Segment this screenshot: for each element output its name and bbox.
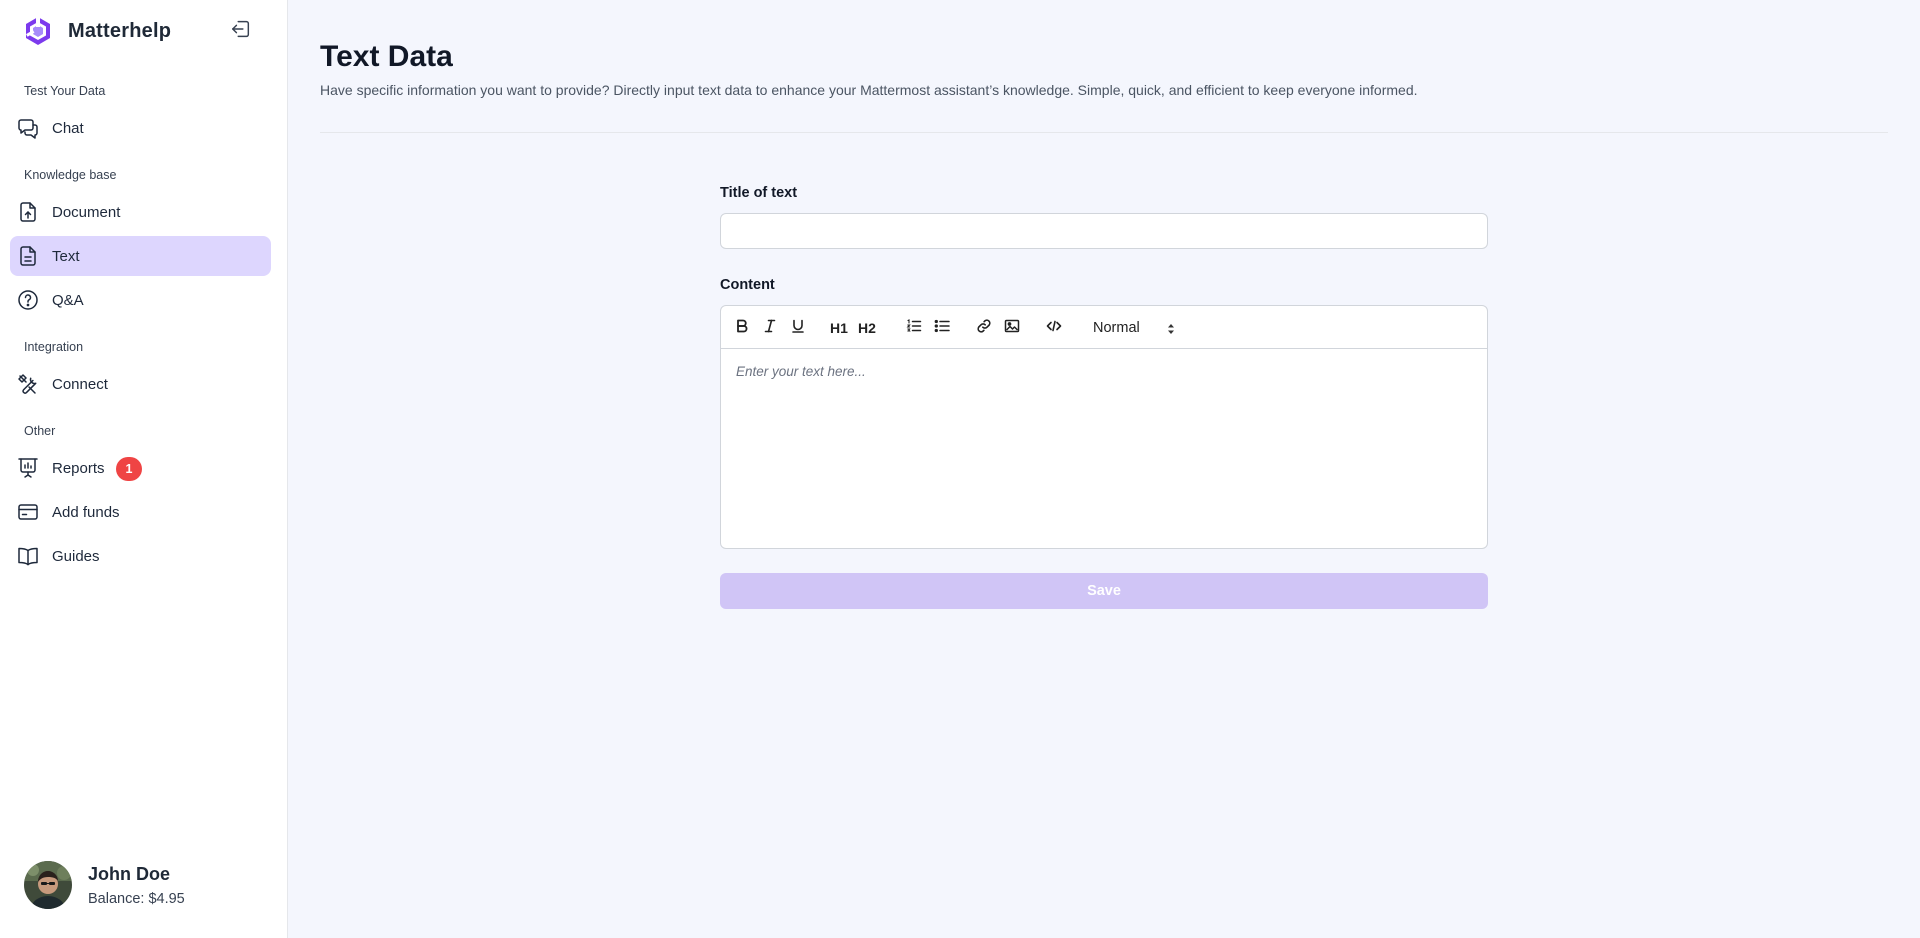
save-button[interactable]: Save xyxy=(720,573,1488,609)
sidebar: Matterhelp Test Your Data Chat Knowledge… xyxy=(0,0,288,938)
brand-name: Matterhelp xyxy=(68,19,172,42)
title-input[interactable] xyxy=(720,213,1488,249)
sidebar-item-guides[interactable]: Guides xyxy=(10,536,271,576)
ordered-list-button[interactable] xyxy=(903,317,925,339)
section-label-integration: Integration xyxy=(24,340,84,354)
sort-arrows-icon xyxy=(1167,322,1175,340)
link-icon xyxy=(976,318,992,339)
sidebar-item-chat[interactable]: Chat xyxy=(10,108,271,148)
sidebar-item-connect[interactable]: Connect xyxy=(10,364,271,404)
content-field-label: Content xyxy=(720,277,775,293)
text-format-select[interactable]: Normal xyxy=(1093,317,1183,339)
image-button[interactable] xyxy=(1001,317,1023,339)
sidebar-item-reports[interactable]: Reports 1 xyxy=(10,448,271,488)
section-label-knowledge-base: Knowledge base xyxy=(24,168,117,182)
italic-button[interactable] xyxy=(759,317,781,339)
user-balance: Balance: $4.95 xyxy=(88,890,185,907)
sidebar-item-label: Guides xyxy=(52,547,100,565)
heading-1-icon: H1 xyxy=(830,320,848,336)
underline-button[interactable] xyxy=(787,317,809,339)
book-open-icon xyxy=(16,544,40,568)
sidebar-item-label: Text xyxy=(52,247,80,265)
user-name: John Doe xyxy=(88,863,171,884)
underline-icon xyxy=(790,318,806,339)
user-profile[interactable]: John Doe Balance: $4.95 xyxy=(24,861,185,909)
content-editor-area[interactable]: Enter your text here... xyxy=(721,349,1487,548)
bold-icon xyxy=(734,318,750,339)
bullet-list-button[interactable] xyxy=(931,317,953,339)
sidebar-item-qa[interactable]: Q&A xyxy=(10,280,271,320)
brand[interactable]: Matterhelp xyxy=(22,15,171,47)
sidebar-item-document[interactable]: Document xyxy=(10,192,271,232)
code-button[interactable] xyxy=(1043,317,1065,339)
presentation-chart-icon xyxy=(16,456,40,480)
section-label-test-your-data: Test Your Data xyxy=(24,84,106,98)
image-icon xyxy=(1004,318,1020,339)
sidebar-item-label: Document xyxy=(52,203,121,221)
avatar xyxy=(24,861,72,909)
link-button[interactable] xyxy=(973,317,995,339)
matterhelp-logo-icon xyxy=(22,15,54,47)
heading-2-icon: H2 xyxy=(858,320,876,336)
document-upload-icon xyxy=(16,200,40,224)
sidebar-item-label: Q&A xyxy=(52,291,84,309)
sidebar-item-label: Chat xyxy=(52,119,84,137)
tools-icon xyxy=(16,372,40,396)
question-circle-icon xyxy=(16,288,40,312)
sidebar-item-label: Add funds xyxy=(52,503,120,521)
sidebar-item-text[interactable]: Text xyxy=(10,236,271,276)
editor-toolbar: H1 H2 Normal xyxy=(721,306,1487,349)
page-title: Text Data xyxy=(320,40,453,73)
main-content: Text Data Have specific information you … xyxy=(289,0,1920,938)
bullet-list-icon xyxy=(934,318,950,339)
ordered-list-icon xyxy=(906,318,922,339)
divider xyxy=(320,132,1888,133)
rich-text-editor[interactable]: H1 H2 Normal Enter your text here... xyxy=(720,305,1488,549)
logout-icon xyxy=(230,18,252,45)
text-file-icon xyxy=(16,244,40,268)
page-subtitle: Have specific information you want to pr… xyxy=(320,82,1418,98)
collapse-sidebar-button[interactable] xyxy=(229,19,253,43)
heading-2-button[interactable]: H2 xyxy=(856,317,878,339)
italic-icon xyxy=(762,318,778,339)
section-label-other: Other xyxy=(24,424,56,438)
user-info: John Doe Balance: $4.95 xyxy=(88,864,185,907)
reports-count-badge: 1 xyxy=(116,457,142,481)
sidebar-item-add-funds[interactable]: Add funds xyxy=(10,492,271,532)
sidebar-item-label: Connect xyxy=(52,375,108,393)
text-format-value: Normal xyxy=(1093,320,1140,336)
title-field-label: Title of text xyxy=(720,185,798,201)
bold-button[interactable] xyxy=(731,317,753,339)
content-placeholder: Enter your text here... xyxy=(736,364,866,379)
chat-icon xyxy=(16,116,40,140)
sidebar-item-label: Reports xyxy=(52,459,105,477)
credit-card-icon xyxy=(16,500,40,524)
heading-1-button[interactable]: H1 xyxy=(828,317,850,339)
code-icon xyxy=(1046,318,1062,339)
